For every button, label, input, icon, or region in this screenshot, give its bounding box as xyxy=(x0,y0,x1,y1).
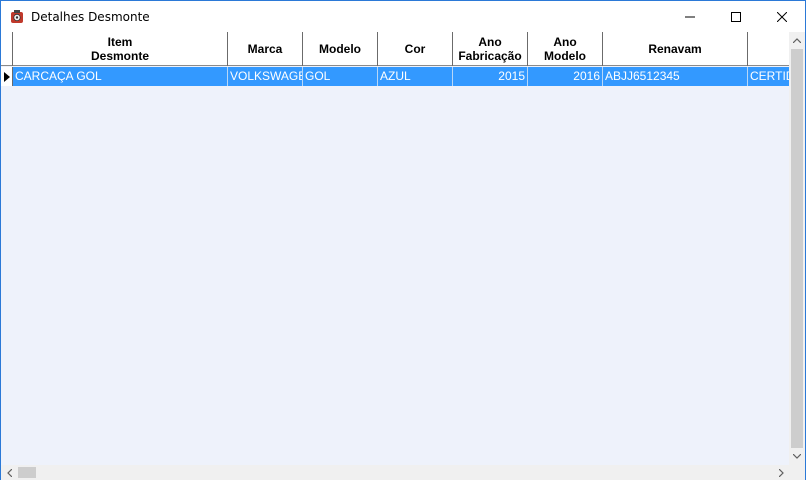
cell-marca[interactable]: VOLKSWAGEN xyxy=(228,67,303,86)
window-title: Detalhes Desmonte xyxy=(31,9,150,24)
cell-ano-modelo[interactable]: 2016 xyxy=(528,67,603,86)
column-header-ano-modelo[interactable]: Ano Modelo xyxy=(528,32,603,66)
minimize-button[interactable] xyxy=(667,1,713,32)
column-header-renavam[interactable]: Renavam xyxy=(603,32,748,66)
close-button[interactable] xyxy=(759,1,805,32)
column-header-modelo[interactable]: Modelo xyxy=(303,32,378,66)
horizontal-scroll-thumb[interactable] xyxy=(18,467,36,478)
vertical-scroll-thumb[interactable] xyxy=(791,49,803,448)
data-grid[interactable]: Item Desmonte Marca Modelo Cor Ano Fabri… xyxy=(1,32,805,465)
scroll-up-button[interactable] xyxy=(789,32,805,49)
cell-cor[interactable]: AZUL xyxy=(378,67,453,86)
app-window: Detalhes Desmonte Item Desmonte Marca Mo… xyxy=(0,0,806,480)
cell-item-desmonte[interactable]: CARCAÇA GOL xyxy=(13,67,228,86)
maximize-button[interactable] xyxy=(713,1,759,32)
chevron-left-icon xyxy=(7,468,12,477)
scroll-right-button[interactable] xyxy=(773,465,790,480)
cell-ano-fabricacao[interactable]: 2015 xyxy=(453,67,528,86)
chevron-down-icon xyxy=(793,454,801,459)
column-header-extra[interactable] xyxy=(748,32,790,66)
maximize-icon xyxy=(731,11,741,22)
window-controls xyxy=(667,1,805,32)
dismantle-app-icon xyxy=(9,9,25,25)
scrollbar-corner xyxy=(790,465,805,480)
column-header-ano-fabricacao[interactable]: Ano Fabricação xyxy=(453,32,528,66)
horizontal-scrollbar[interactable] xyxy=(1,465,790,480)
cell-extra[interactable]: CERTIDÃO xyxy=(748,67,790,86)
cell-modelo[interactable]: GOL xyxy=(303,67,378,86)
grid-header: Item Desmonte Marca Modelo Cor Ano Fabri… xyxy=(1,32,790,66)
current-row-arrow-icon xyxy=(3,71,10,82)
chevron-up-icon xyxy=(793,38,801,43)
column-header-cor[interactable]: Cor xyxy=(378,32,453,66)
close-icon xyxy=(777,11,787,22)
header-indicator-cell xyxy=(1,32,13,66)
cell-renavam[interactable]: ABJJ6512345 xyxy=(603,67,748,86)
scroll-left-button[interactable] xyxy=(1,465,18,480)
scroll-down-button[interactable] xyxy=(789,448,805,465)
chevron-right-icon xyxy=(779,468,784,477)
table-row[interactable]: CARCAÇA GOL VOLKSWAGEN GOL AZUL 2015 201… xyxy=(1,67,790,86)
column-header-marca[interactable]: Marca xyxy=(228,32,303,66)
column-header-item-desmonte[interactable]: Item Desmonte xyxy=(13,32,228,66)
minimize-icon xyxy=(685,16,695,17)
vertical-scrollbar[interactable] xyxy=(789,32,805,465)
row-indicator[interactable] xyxy=(1,67,13,86)
title-bar[interactable]: Detalhes Desmonte xyxy=(1,1,805,32)
